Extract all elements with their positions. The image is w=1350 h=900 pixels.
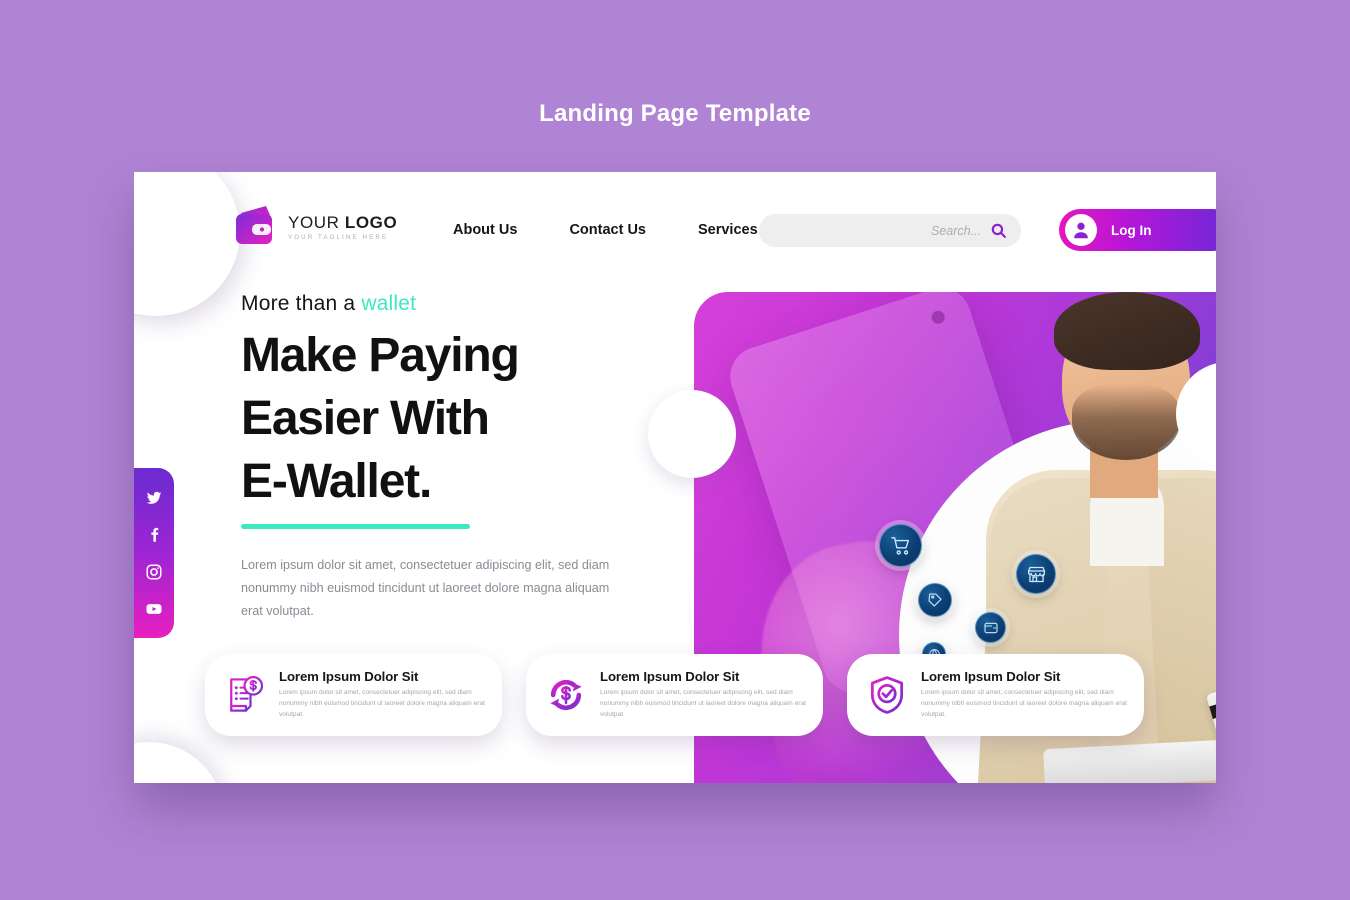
invoice-dollar-icon xyxy=(230,676,264,712)
refresh-dollar-icon xyxy=(550,679,582,711)
site-header: YOUR LOGO YOUR TAGLINE HERE About Us Con… xyxy=(134,172,1216,290)
hero-text-block: More than a wallet Make Paying Easier Wi… xyxy=(241,292,661,624)
price-tag-icon[interactable] xyxy=(918,583,952,617)
feature-card-body: Lorem ipsum dolor sit amet, consectetuer… xyxy=(279,689,485,718)
nav-item-about-us[interactable]: About Us xyxy=(427,222,543,238)
main-nav: About Us Contact Us Services xyxy=(427,222,784,238)
person-beard xyxy=(1072,384,1180,460)
decorative-circle-center xyxy=(648,390,736,478)
logo-name: YOUR LOGO xyxy=(288,213,398,233)
wallet-icon xyxy=(236,206,272,244)
hero-headline-line-3: E-Wallet. xyxy=(241,454,432,508)
hero-eyebrow: More than a wallet xyxy=(241,292,417,315)
feature-card-title: Lorem Ipsum Dolor Sit xyxy=(279,669,419,685)
hero-accent-rule xyxy=(241,523,470,529)
landing-page-frame: YOUR LOGO YOUR TAGLINE HERE About Us Con… xyxy=(134,172,1216,783)
logo[interactable]: YOUR LOGO YOUR TAGLINE HERE xyxy=(233,204,397,250)
facebook-icon[interactable] xyxy=(145,526,163,544)
feature-card-title: Lorem Ipsum Dolor Sit xyxy=(921,669,1061,685)
logo-tagline: YOUR TAGLINE HERE xyxy=(288,234,389,242)
hero-headline: Make Paying Easier With E-Wallet. xyxy=(241,325,661,514)
login-label: Log In xyxy=(1111,222,1152,238)
shield-check-icon xyxy=(870,676,904,714)
feature-card[interactable]: Lorem Ipsum Dolor Sit Lorem ipsum dolor … xyxy=(526,654,823,736)
page-title: Landing Page Template xyxy=(539,100,811,127)
social-rail xyxy=(134,468,174,638)
hero-eyebrow-accent: wallet xyxy=(361,292,417,315)
nav-item-contact-us[interactable]: Contact Us xyxy=(543,222,672,238)
twitter-icon[interactable] xyxy=(145,489,163,507)
feature-card[interactable]: Lorem Ipsum Dolor Sit Lorem ipsum dolor … xyxy=(205,654,502,736)
wallet-card-icon[interactable] xyxy=(975,612,1006,643)
feature-card[interactable]: Lorem Ipsum Dolor Sit Lorem ipsum dolor … xyxy=(847,654,1144,736)
feature-card-body: Lorem ipsum dolor sit amet, consectetuer… xyxy=(921,689,1127,718)
youtube-icon[interactable] xyxy=(145,600,163,618)
feature-card-title: Lorem Ipsum Dolor Sit xyxy=(600,669,740,685)
shopping-cart-icon[interactable] xyxy=(879,524,922,567)
feature-card-body: Lorem ipsum dolor sit amet, consectetuer… xyxy=(600,689,806,718)
user-avatar-icon xyxy=(1065,214,1097,246)
store-icon[interactable] xyxy=(1016,554,1056,594)
search-placeholder: Search... xyxy=(930,223,981,238)
instagram-icon[interactable] xyxy=(145,563,163,581)
login-button[interactable]: Log In xyxy=(1059,209,1216,251)
search-input[interactable]: Search... xyxy=(759,214,1021,247)
hero-headline-line-1: Make Paying xyxy=(241,329,520,382)
feature-cards: Lorem Ipsum Dolor Sit Lorem ipsum dolor … xyxy=(205,654,1216,744)
search-icon[interactable] xyxy=(990,222,1007,239)
person-hair xyxy=(1054,292,1200,370)
hero-paragraph: Lorem ipsum dolor sit amet, consectetuer… xyxy=(241,557,610,619)
hero-headline-line-2: Easier With xyxy=(241,391,490,445)
decorative-circle-bottom-left xyxy=(134,742,224,783)
